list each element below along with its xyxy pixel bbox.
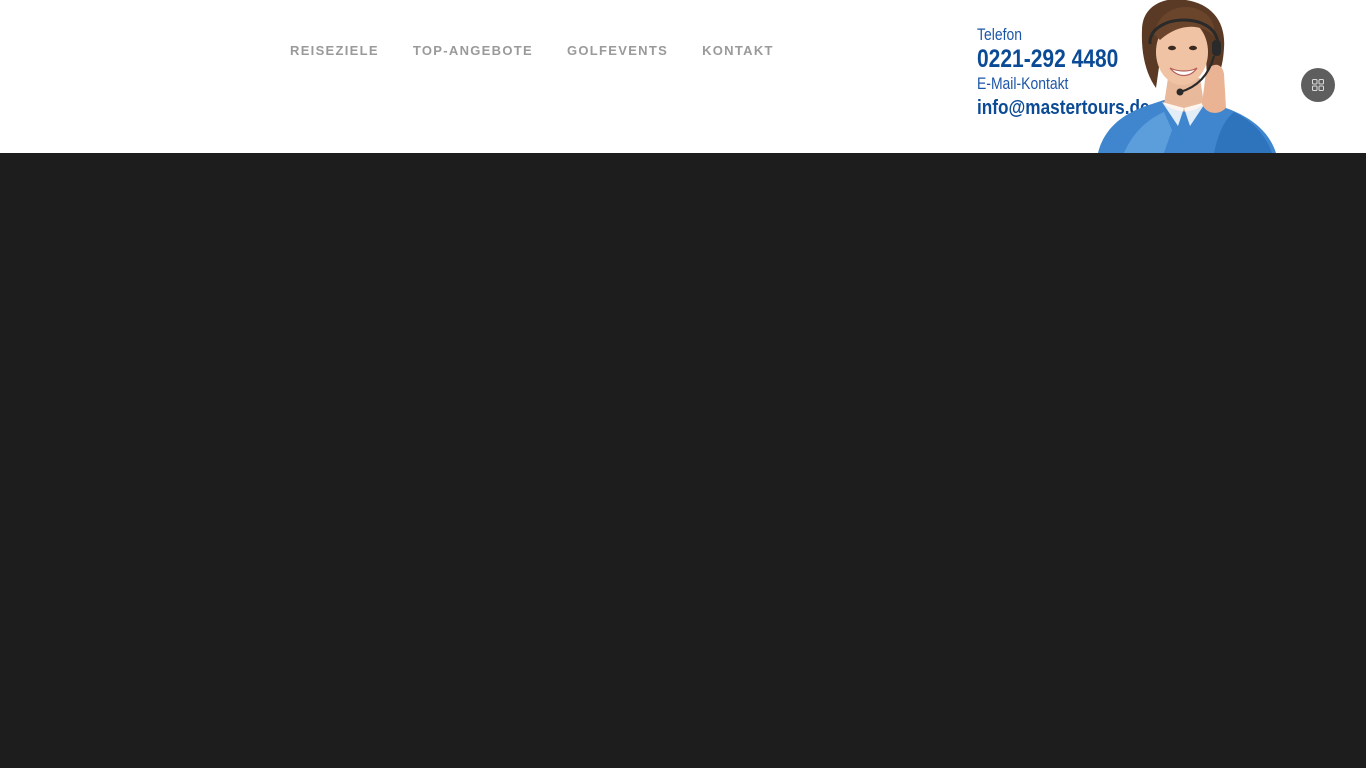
nav-link-reiseziele[interactable]: REISEZIELE [290, 43, 379, 59]
menu-grid-button[interactable] [1301, 68, 1335, 102]
nav-item-reiseziele: REISEZIELE [290, 42, 413, 60]
nav-item-top-angebote: TOP-ANGEBOTE [413, 42, 567, 60]
nav-link-top-angebote[interactable]: TOP-ANGEBOTE [413, 43, 533, 59]
nav-list: REISEZIELE TOP-ANGEBOTE GOLFEVENTS KONTA… [290, 42, 808, 60]
main-content-area [0, 153, 1366, 768]
nav-link-kontakt[interactable]: KONTAKT [702, 43, 774, 59]
support-agent-photo [1098, 0, 1276, 153]
grid-icon [1312, 79, 1324, 91]
nav-item-golfevents: GOLFEVENTS [567, 42, 702, 60]
nav-item-kontakt: KONTAKT [702, 42, 808, 60]
nav-link-golfevents[interactable]: GOLFEVENTS [567, 43, 668, 59]
site-header: REISEZIELE TOP-ANGEBOTE GOLFEVENTS KONTA… [0, 0, 1366, 153]
